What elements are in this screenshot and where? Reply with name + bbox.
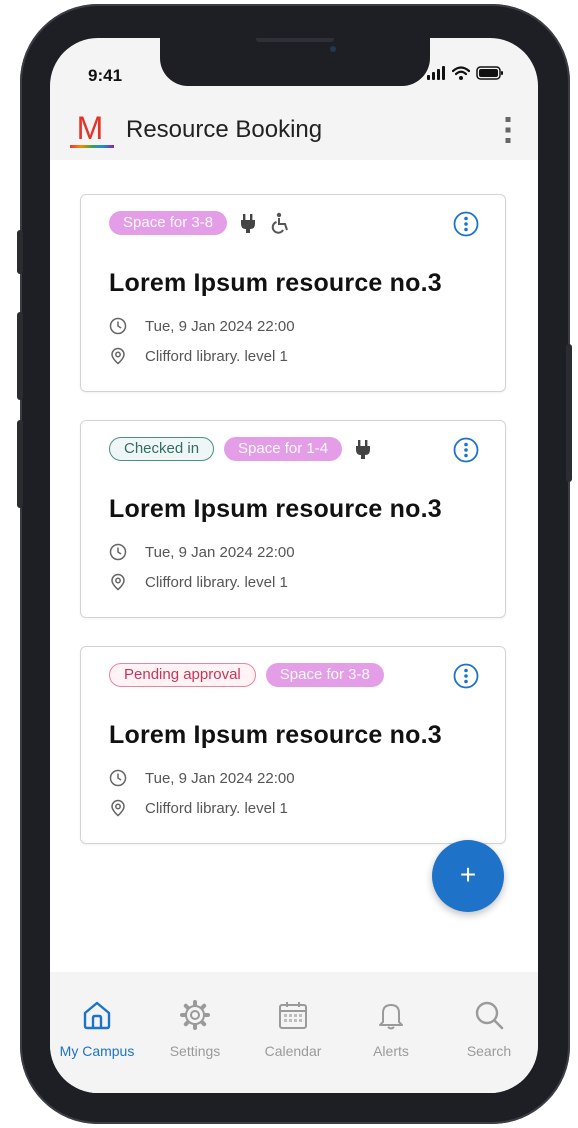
volume-down-button [17,420,23,508]
nav-label: My Campus [59,1043,135,1059]
bottom-navigation: My Campus Settings Calendar Alerts Searc… [50,972,538,1093]
booking-location: Clifford library. level 1 [109,347,288,365]
checked-in-tag: Checked in [109,437,215,461]
location-pin-icon [111,799,125,817]
tag-row: Checked in Space for 1-4 [109,437,374,461]
status-icons [426,66,504,80]
clock-icon [109,769,127,787]
overflow-menu-icon[interactable] [504,116,512,144]
plug-icon [241,214,256,233]
search-icon [475,1001,504,1030]
notch [160,38,430,86]
datetime-text: Tue, 9 Jan 2024 22:00 [145,769,295,787]
location-text: Clifford library. level 1 [145,799,288,817]
nav-label: Settings [169,1043,221,1059]
more-options-icon[interactable] [453,437,479,463]
clock-icon [109,543,127,561]
booking-datetime: Tue, 9 Jan 2024 22:00 [109,317,295,335]
nav-label: Search [466,1043,512,1059]
nav-label: Alerts [373,1043,409,1059]
booking-location: Clifford library. level 1 [109,573,288,591]
more-options-icon[interactable] [453,211,479,237]
booking-datetime: Tue, 9 Jan 2024 22:00 [109,769,295,787]
more-options-icon[interactable] [453,663,479,689]
booking-card[interactable]: Checked in Space for 1-4 Lorem Ipsum res… [80,420,506,618]
location-pin-icon [111,347,125,365]
volume-up-button [17,312,23,400]
plus-icon: + [459,859,477,890]
resource-title: Lorem Ipsum resource no.3 [109,721,442,749]
front-camera [330,46,336,52]
datetime-text: Tue, 9 Jan 2024 22:00 [145,543,295,561]
nav-item-my-campus[interactable]: My Campus [52,998,142,1059]
speaker [256,38,334,42]
gear-icon [180,1000,210,1030]
signal-icon [427,66,445,80]
status-time: 9:41 [88,66,123,85]
booking-card[interactable]: Pending approval Space for 3-8 Lorem Ips… [80,646,506,844]
svg-text:M: M [77,112,104,146]
app-title: Resource Booking [126,116,323,143]
resource-title: Lorem Ipsum resource no.3 [109,495,442,523]
wifi-icon [452,66,470,80]
tag-row: Pending approval Space for 3-8 [109,663,384,687]
datetime-text: Tue, 9 Jan 2024 22:00 [145,317,295,335]
bell-icon [379,1004,403,1030]
power-button [566,344,572,482]
resource-title: Lorem Ipsum resource no.3 [109,269,442,297]
clock-icon [109,317,127,335]
pending-approval-tag: Pending approval [109,663,256,687]
location-text: Clifford library. level 1 [145,573,288,591]
booking-datetime: Tue, 9 Jan 2024 22:00 [109,543,295,561]
mute-switch [17,230,23,274]
add-booking-button[interactable]: + [432,840,504,912]
plug-icon [356,440,371,459]
capacity-tag: Space for 3-8 [109,211,228,235]
capacity-tag: Space for 3-8 [265,663,384,687]
screen: 9:41 M Resource Booking Space for 3-8 Lo… [50,38,538,1093]
nav-item-search[interactable]: Search [444,998,534,1059]
app-logo: M [70,112,114,148]
calendar-icon [279,1002,307,1029]
tag-row: Space for 3-8 [109,211,291,235]
nav-item-settings[interactable]: Settings [150,998,240,1059]
battery-icon [476,66,503,80]
nav-item-alerts[interactable]: Alerts [346,998,436,1059]
nav-label: Calendar [264,1043,322,1059]
booking-location: Clifford library. level 1 [109,799,288,817]
location-text: Clifford library. level 1 [145,347,288,365]
location-pin-icon [111,573,125,591]
app-bar: M Resource Booking [50,98,538,160]
home-icon [83,1001,111,1030]
wheelchair-icon [271,212,289,234]
booking-card[interactable]: Space for 3-8 Lorem Ipsum resource no.3 … [80,194,506,392]
nav-item-calendar[interactable]: Calendar [248,998,338,1059]
capacity-tag: Space for 1-4 [224,437,343,461]
